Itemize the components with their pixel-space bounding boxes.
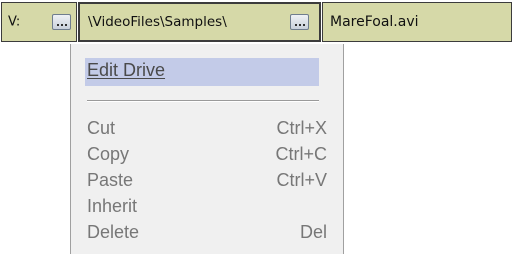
menu-separator <box>87 100 319 102</box>
file-label: MareFoal.avi <box>330 14 419 30</box>
ellipsis-icon <box>294 24 297 26</box>
menu-item-shortcut: Del <box>299 222 327 242</box>
drive-segment[interactable]: V: <box>1 2 77 42</box>
menu-item-label: Inherit <box>87 196 138 216</box>
menu-item-label: Copy <box>87 144 130 164</box>
menu-item-shortcut: Ctrl+X <box>276 118 327 138</box>
menu-item-paste[interactable]: Paste Ctrl+V <box>71 168 343 194</box>
path-bar: V: \VideoFiles\Samples\ MareFoal.avi <box>0 0 513 44</box>
folder-label: \VideoFiles\Samples\ <box>88 14 227 30</box>
menu-item-label: Edit Drive <box>87 60 166 80</box>
menu-item-copy[interactable]: Copy Ctrl+C <box>71 142 343 168</box>
drive-label: V: <box>8 14 21 30</box>
context-menu: Edit Drive Cut Ctrl+X Copy Ctrl+C Paste … <box>70 44 344 254</box>
menu-item-label: Cut <box>87 118 116 138</box>
menu-item-shortcut: Ctrl+V <box>276 170 327 190</box>
drive-browse-button[interactable] <box>52 14 71 30</box>
menu-item-label: Delete <box>87 222 140 242</box>
menu-item-delete[interactable]: Delete Del <box>71 220 343 246</box>
folder-browse-button[interactable] <box>290 14 309 30</box>
file-segment[interactable]: MareFoal.avi <box>322 2 512 42</box>
menu-item-edit-drive[interactable]: Edit Drive <box>71 58 343 86</box>
menu-item-label: Paste <box>87 170 134 190</box>
ellipsis-icon <box>56 24 59 26</box>
menu-item-shortcut: Ctrl+C <box>275 144 327 164</box>
menu-item-inherit[interactable]: Inherit <box>71 194 343 220</box>
menu-item-cut[interactable]: Cut Ctrl+X <box>71 116 343 142</box>
folder-segment[interactable]: \VideoFiles\Samples\ <box>78 2 321 42</box>
